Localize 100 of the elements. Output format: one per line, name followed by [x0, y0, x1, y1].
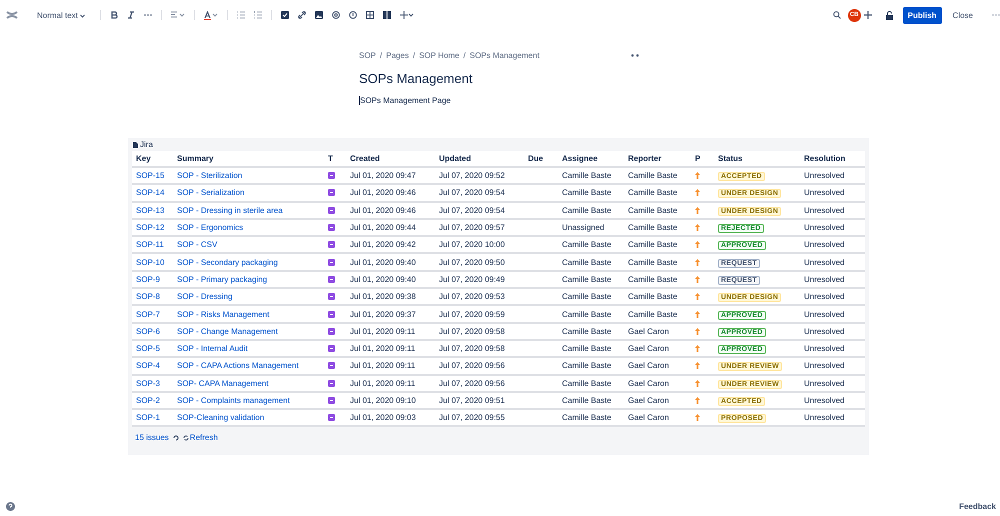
issue-key-link[interactable]: SOP-8 [136, 292, 160, 302]
issue-summary-link[interactable]: SOP- CAPA Management [177, 378, 268, 388]
image-icon[interactable] [315, 11, 324, 19]
feedback-button[interactable]: Feedback [959, 502, 996, 511]
checkbox-icon[interactable] [281, 11, 290, 19]
issue-key-link[interactable]: SOP-3 [136, 378, 160, 388]
issue-key-link[interactable]: SOP-4 [136, 361, 160, 370]
page-title[interactable]: SOPs Management [359, 71, 639, 87]
column-header[interactable]: Status [714, 151, 800, 167]
link-icon[interactable] [298, 11, 306, 19]
breadcrumb-link[interactable]: Pages [386, 50, 409, 60]
issue-summary-link[interactable]: SOP - Ergonomics [177, 223, 244, 232]
issue-key-link[interactable]: SOP-10 [136, 258, 164, 267]
lock-icon[interactable] [884, 10, 894, 20]
issue-key-link[interactable]: SOP-12 [136, 223, 164, 232]
issue-summary-link[interactable]: SOP - Serialization [177, 188, 244, 198]
document-icon [133, 142, 138, 148]
column-header[interactable]: Reporter [624, 151, 691, 167]
table-cell: Unassigned [562, 223, 604, 232]
issue-type-icon [328, 258, 335, 266]
bold-icon[interactable] [110, 11, 118, 19]
issue-type-icon [328, 189, 335, 196]
issue-key-link[interactable]: SOP-14 [136, 188, 164, 198]
issue-summary-link[interactable]: SOP - Complaints management [177, 396, 290, 405]
columns-icon[interactable] [383, 11, 392, 19]
column-header[interactable]: Resolution [800, 151, 865, 167]
breadcrumb-link[interactable]: SOP [359, 50, 376, 60]
table-cell: Camille Baste [628, 292, 678, 302]
issue-summary-link[interactable]: SOP - Internal Audit [177, 344, 248, 354]
table-cell: Jul 01, 2020 09:11 [350, 361, 416, 370]
search-icon[interactable] [832, 11, 841, 19]
issue-summary-link[interactable]: SOP - CAPA Actions Management [177, 361, 299, 370]
issue-summary-link[interactable]: SOP - Dressing in sterile area [177, 206, 283, 215]
issue-summary-link[interactable]: SOP - Dressing [177, 292, 232, 302]
priority-arrow-icon [695, 172, 700, 180]
issue-key-link[interactable]: SOP-11 [136, 240, 164, 250]
priority-arrow-icon [695, 310, 700, 318]
logo-icon[interactable] [6, 9, 18, 21]
more-icon[interactable] [631, 54, 639, 56]
issue-summary-link[interactable]: SOP - Risks Management [177, 310, 270, 319]
column-header[interactable]: Summary [173, 151, 324, 167]
issue-type-icon [328, 224, 335, 232]
column-header[interactable]: Assignee [558, 151, 624, 167]
caret-icon [80, 14, 86, 18]
italic-icon[interactable] [127, 11, 136, 19]
table-cell: Jul 07, 2020 09:49 [439, 274, 505, 284]
issue-key-link[interactable]: SOP-7 [136, 310, 160, 319]
close-button[interactable]: Close [952, 10, 973, 20]
issue-summary-link[interactable]: SOP - Sterilization [177, 171, 242, 180]
help-icon[interactable] [6, 502, 15, 511]
table-icon[interactable] [366, 11, 374, 19]
column-header[interactable]: Key [132, 151, 173, 167]
issue-summary-link[interactable]: SOP - Primary packaging [177, 274, 268, 284]
table-cell: Camille Baste [562, 206, 612, 215]
priority-arrow-icon [695, 224, 700, 232]
refresh-link[interactable]: Refresh [182, 433, 218, 442]
text-color-icon[interactable] [204, 10, 218, 20]
table-cell: Camille Baste [628, 274, 678, 284]
table-cell: Jul 01, 2020 09:47 [350, 171, 416, 180]
issue-summary-link[interactable]: SOP-Cleaning validation [177, 413, 264, 422]
breadcrumb-link[interactable]: SOP Home [419, 50, 460, 60]
breadcrumb-link[interactable]: SOPs Management [470, 50, 540, 60]
issue-key-link[interactable]: SOP-15 [136, 171, 164, 180]
insert-icon[interactable] [400, 11, 414, 19]
issue-key-link[interactable]: SOP-6 [136, 326, 160, 336]
issue-key-link[interactable]: SOP-13 [136, 206, 164, 215]
table-cell: Camille Baste [562, 188, 612, 198]
column-header[interactable]: Due [524, 151, 558, 167]
page-text[interactable]: SOPs Management Page [359, 96, 639, 105]
issue-key-link[interactable]: SOP-5 [136, 344, 160, 354]
breadcrumb-separator: / [412, 50, 416, 60]
table-cell: Jul 07, 2020 10:00 [439, 240, 505, 250]
mention-icon[interactable] [332, 11, 340, 19]
column-header[interactable]: P [691, 151, 714, 167]
issue-key-link[interactable]: SOP-1 [136, 413, 160, 422]
table-cell: Unresolved [804, 223, 844, 232]
issue-summary-link[interactable]: SOP - CSV [177, 240, 218, 250]
align-icon[interactable] [171, 11, 186, 19]
publish-button[interactable]: Publish [902, 6, 942, 24]
text-style-dropdown[interactable]: Normal text [37, 10, 86, 20]
column-header[interactable]: Updated [435, 151, 524, 167]
table-cell: Unresolved [804, 413, 844, 422]
column-header[interactable]: Created [346, 151, 435, 167]
table-cell: Unresolved [804, 188, 844, 198]
column-header[interactable]: T [324, 151, 346, 167]
issue-key-link[interactable]: SOP-9 [136, 274, 160, 284]
table-cell: Jul 07, 2020 09:50 [439, 258, 505, 267]
issue-key-link[interactable]: SOP-2 [136, 396, 160, 405]
issue-summary-link[interactable]: SOP - Secondary packaging [177, 258, 278, 267]
refresh-icon [182, 434, 189, 441]
table-cell: Jul 01, 2020 09:42 [350, 240, 416, 250]
priority-arrow-icon [695, 293, 700, 300]
issue-count-link[interactable]: 15 issues [135, 433, 169, 442]
plus-icon[interactable] [864, 11, 872, 19]
breadcrumb-separator: / [380, 50, 382, 60]
issue-summary-link[interactable]: SOP - Change Management [177, 326, 278, 336]
table-cell: Jul 01, 2020 09:40 [350, 258, 416, 267]
table-cell: Camille Baste [562, 361, 612, 370]
table-cell: Jul 01, 2020 09:11 [350, 344, 416, 354]
priority-arrow-icon [695, 397, 700, 404]
